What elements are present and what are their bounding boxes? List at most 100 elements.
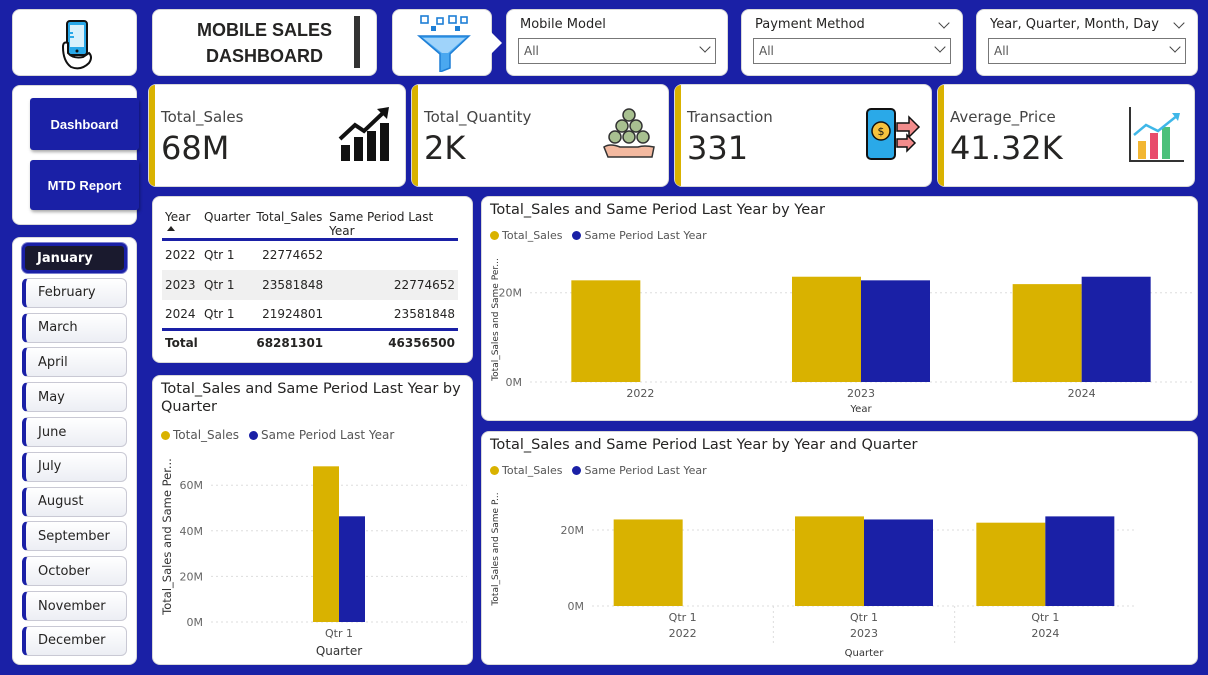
y-tick-label: 40M <box>180 525 204 538</box>
month-button-december[interactable]: December <box>22 625 127 656</box>
month-button-june[interactable]: June <box>22 417 127 447</box>
month-button-september[interactable]: September <box>22 521 127 552</box>
table-row: 2023 Qtr 1 23581848 22774652 <box>162 269 458 300</box>
kpi-value: 41.32K <box>950 129 1063 167</box>
kpi-total-sales: Total_Sales 68M <box>148 84 406 187</box>
month-button-july[interactable]: July <box>22 451 127 482</box>
payment-method-slicer[interactable]: Payment Method All <box>741 9 963 76</box>
y-tick-label: 60M <box>180 479 204 492</box>
month-button-february[interactable]: February <box>22 277 127 308</box>
mobile-payment-icon: $ <box>866 108 921 160</box>
x-tick-label: Qtr 1 <box>325 627 353 640</box>
table-cell: Total <box>162 328 201 356</box>
chevron-down-icon[interactable] <box>1169 41 1181 53</box>
kpi-accent <box>675 85 681 186</box>
slicer-label: Mobile Model <box>520 17 606 32</box>
column-header-quarter[interactable]: Quarter <box>201 205 254 241</box>
nav-panel: Dashboard MTD Report <box>12 85 139 225</box>
chevron-down-icon[interactable] <box>938 17 950 29</box>
title-card: MOBILE SALES DASHBOARD <box>152 9 377 76</box>
y-axis-label: Total_Sales and Same P... <box>491 492 501 606</box>
x-group-label: 2023 <box>850 627 878 640</box>
bar-total-sales <box>795 516 864 606</box>
column-header-same-period-last-year[interactable]: Same Period Last Year <box>326 205 458 241</box>
kpi-average-price: Average_Price 41.32K <box>937 84 1195 187</box>
table-cell: 21924801 <box>262 306 324 321</box>
table-cell: 68281301 <box>253 328 327 356</box>
kpi-accent <box>412 85 418 186</box>
page-title: MOBILE SALES DASHBOARD <box>196 19 332 66</box>
table-cell: 46356500 <box>326 328 458 356</box>
table-cell: Qtr 1 <box>204 248 235 263</box>
filter-card <box>392 9 502 76</box>
month-button-march[interactable]: March <box>22 312 127 343</box>
month-button-october[interactable]: October <box>22 556 127 587</box>
y-tick-label: 0M <box>506 376 523 389</box>
table-cell: Qtr 1 <box>204 306 235 321</box>
kpi-accent <box>149 85 155 186</box>
month-button-may[interactable]: May <box>22 382 127 413</box>
table-row: 2024 Qtr 1 21924801 23581848 <box>162 300 458 330</box>
chart-by-year: 0M 20MTotal_Sales and Same Per... 2022 2023… <box>491 258 1192 415</box>
month-button-november[interactable]: November <box>22 591 127 621</box>
bar-same-period-last-year <box>339 516 365 622</box>
kpi-value: 2K <box>424 129 466 167</box>
month-button-january[interactable]: January <box>22 243 127 273</box>
logo-card <box>12 9 137 76</box>
payment-method-dropdown[interactable]: All <box>753 38 951 64</box>
column-header-year[interactable]: Year <box>162 205 201 241</box>
mtd-report-button[interactable]: MTD Report <box>30 160 139 210</box>
sales-table-card: Year Quarter Total_Sales Same Period Las… <box>152 196 473 363</box>
mobile-model-slicer[interactable]: Mobile Model All <box>506 9 728 76</box>
title-divider <box>354 16 360 68</box>
chevron-down-icon[interactable] <box>934 41 946 53</box>
table-cell: 2023 <box>162 269 201 300</box>
chart-by-year-card: Total_Sales and Same Period Last Year by… <box>481 196 1198 421</box>
x-tick-label: 2022 <box>626 387 654 400</box>
column-header-total-sales[interactable]: Total_Sales <box>253 205 327 241</box>
bar-total-sales <box>1012 284 1082 382</box>
funnel-icon <box>416 15 471 72</box>
dashboard-button[interactable]: Dashboard <box>30 98 139 150</box>
y-axis-label: Total_Sales and Same Per... <box>491 258 501 382</box>
mobile-model-dropdown[interactable]: All <box>518 38 716 64</box>
slicer-value: All <box>994 44 1009 58</box>
slicer-value: All <box>524 44 539 58</box>
table-row: 2022 Qtr 1 22774652 <box>162 240 458 270</box>
bar-total-sales <box>976 522 1046 606</box>
slicer-label: Payment Method <box>755 17 865 32</box>
kpi-value: 68M <box>161 129 230 167</box>
table-cell: Qtr 1 <box>201 269 254 300</box>
coins-hand-icon <box>603 108 655 158</box>
month-button-august[interactable]: August <box>22 486 127 517</box>
bar-same-period-last-year <box>864 519 933 606</box>
x-tick-label: Qtr 1 <box>1031 611 1059 624</box>
x-tick-label: 2024 <box>1068 387 1096 400</box>
table-cell: 23581848 <box>253 269 327 300</box>
x-axis-label: Quarter <box>845 648 885 659</box>
table-header-row: Year Quarter Total_Sales Same Period Las… <box>162 205 458 241</box>
chart-by-year-quarter: 0M 20M Total_Sales and Same P... Qtr 1 2022 Q… <box>491 492 1136 659</box>
chevron-down-icon[interactable] <box>1173 17 1185 29</box>
bar-total-sales <box>613 519 683 606</box>
table-total-row: Total 68281301 46356500 <box>162 328 458 356</box>
bar-total-sales <box>792 276 861 382</box>
y-tick-label: 20M <box>180 570 204 583</box>
table-cell: 22774652 <box>262 248 324 263</box>
date-slicer[interactable]: Year, Quarter, Month, Day All <box>976 9 1198 76</box>
table-cell <box>326 240 458 270</box>
table-cell <box>201 328 254 356</box>
x-axis-label: Quarter <box>316 644 362 658</box>
date-dropdown[interactable]: All <box>988 38 1186 64</box>
analytics-chart-icon <box>1129 107 1184 162</box>
kpi-label: Average_Price <box>950 108 1056 126</box>
month-button-april[interactable]: April <box>22 347 127 378</box>
x-tick-label: Qtr 1 <box>850 611 878 624</box>
chevron-down-icon[interactable] <box>699 41 711 53</box>
slicer-label: Year, Quarter, Month, Day <box>990 17 1159 32</box>
bar-same-period-last-year <box>1081 276 1151 382</box>
table-cell: 2024 <box>165 306 196 321</box>
kpi-total-quantity: Total_Quantity 2K <box>411 84 669 187</box>
filter-notch <box>491 32 502 54</box>
sort-ascending-icon[interactable] <box>167 226 175 231</box>
